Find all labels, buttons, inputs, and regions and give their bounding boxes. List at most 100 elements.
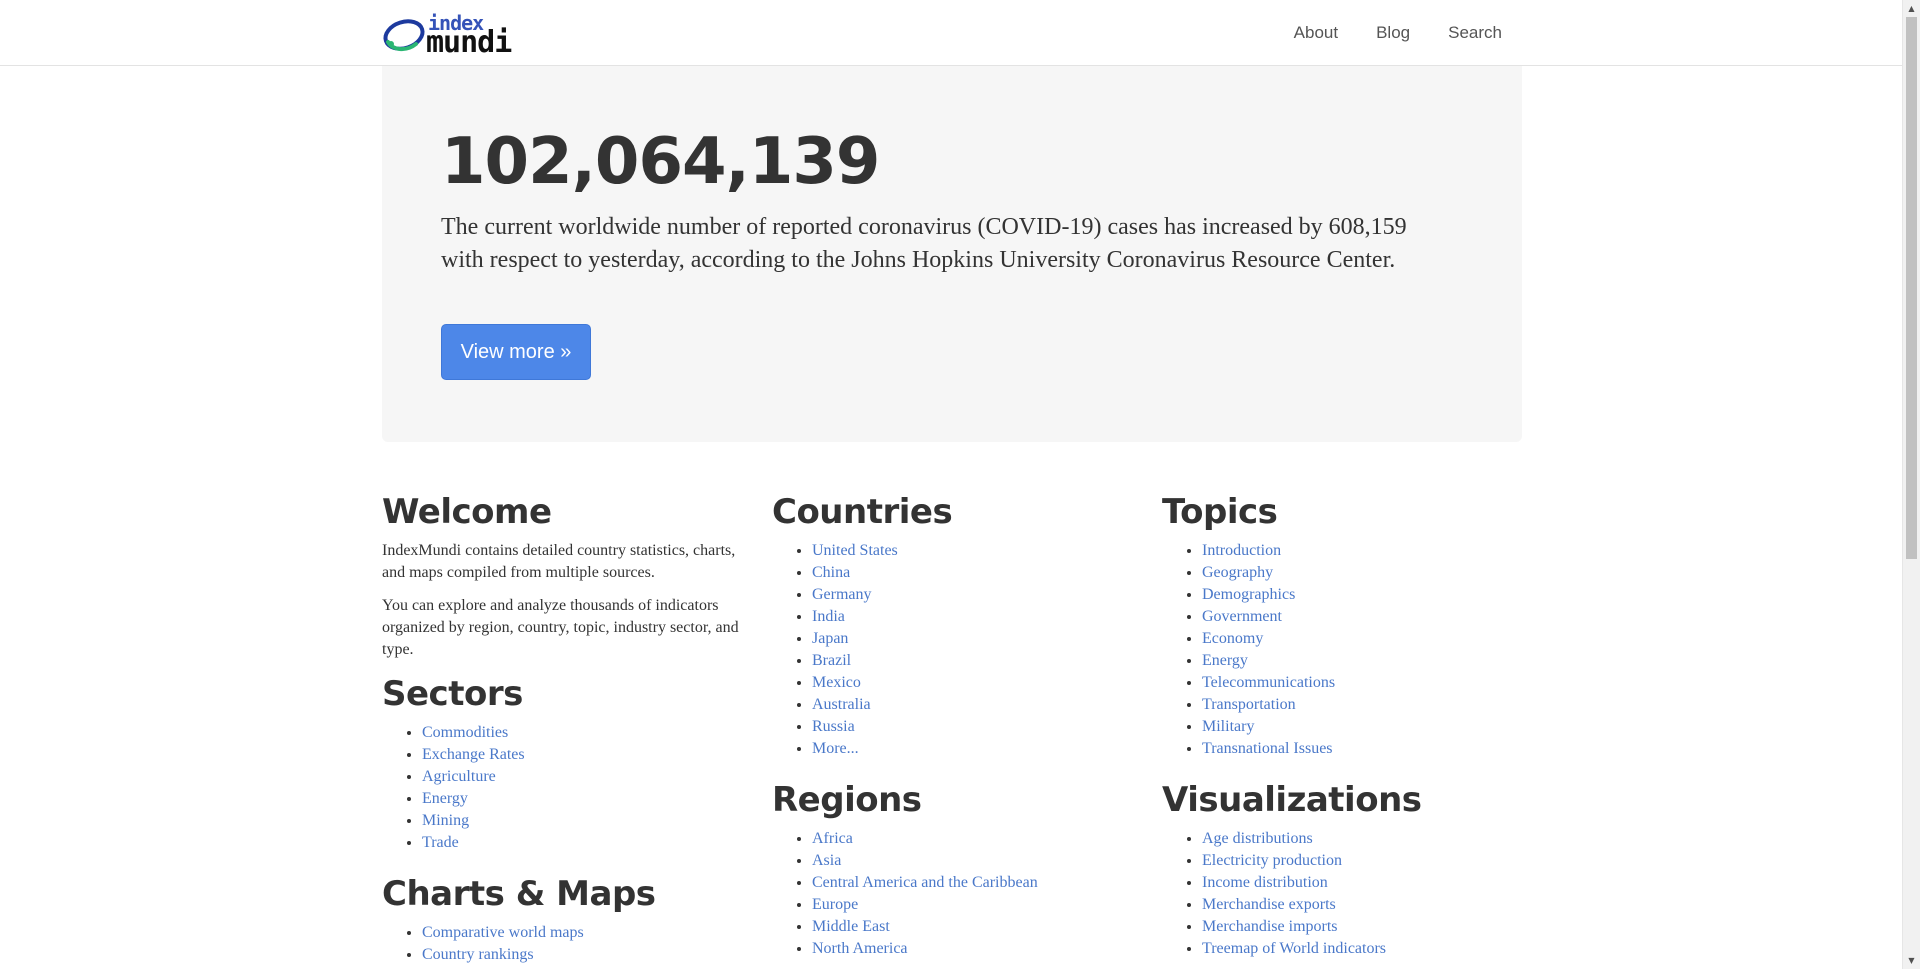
region-link-middle-east[interactable]: Middle East	[812, 918, 890, 935]
list-item: Central America and the Caribbean	[812, 872, 1142, 894]
sector-link-exchange-rates[interactable]: Exchange Rates	[422, 746, 525, 763]
list-item: Merchandise exports	[1202, 894, 1532, 916]
topic-link-economy[interactable]: Economy	[1202, 630, 1263, 647]
column-middle: Countries United States China Germany In…	[772, 490, 1142, 969]
list-item: Country rankings	[422, 944, 752, 966]
region-link-asia[interactable]: Asia	[812, 852, 841, 869]
country-link-brazil[interactable]: Brazil	[812, 652, 851, 669]
country-link-australia[interactable]: Australia	[812, 696, 871, 713]
scroll-up-arrow-icon[interactable]: ▲	[1903, 0, 1920, 17]
topic-link-demographics[interactable]: Demographics	[1202, 586, 1295, 603]
list-item: Trade	[422, 832, 752, 854]
charts-maps-section: Charts & Maps Comparative world maps Cou…	[382, 872, 752, 966]
visualizations-heading: Visualizations	[1162, 780, 1422, 820]
topics-list: Introduction Geography Demographics Gove…	[1162, 540, 1532, 760]
list-item: Asia	[812, 850, 1142, 872]
list-item: Military	[1202, 716, 1532, 738]
list-item: Transportation	[1202, 694, 1532, 716]
country-link-india[interactable]: India	[812, 608, 845, 625]
list-item: Middle East	[812, 916, 1142, 938]
charts-link-country-rankings[interactable]: Country rankings	[422, 946, 534, 963]
topic-link-energy[interactable]: Energy	[1202, 652, 1248, 669]
welcome-paragraph: IndexMundi contains detailed country sta…	[382, 542, 736, 581]
country-link-russia[interactable]: Russia	[812, 718, 855, 735]
topic-link-transnational-issues[interactable]: Transnational Issues	[1202, 740, 1333, 757]
region-link-north-america[interactable]: North America	[812, 940, 908, 957]
list-item: North America	[812, 938, 1142, 960]
regions-heading: Regions	[772, 780, 922, 820]
list-item: Income distribution	[1202, 872, 1532, 894]
globe-orbit-icon	[383, 19, 425, 51]
list-item: Europe	[812, 894, 1142, 916]
charts-maps-heading: Charts & Maps	[382, 874, 656, 914]
column-left: Welcome IndexMundi contains detailed cou…	[382, 490, 752, 969]
viz-link-electricity-production[interactable]: Electricity production	[1202, 852, 1342, 869]
list-item: Transnational Issues	[1202, 738, 1532, 760]
page-scrollbar[interactable]: ▲ ▼	[1902, 0, 1920, 969]
topic-link-military[interactable]: Military	[1202, 718, 1254, 735]
regions-section: Regions Africa Asia Central America and …	[772, 778, 1142, 960]
list-item: Mining	[422, 810, 752, 832]
covid-hero-panel: 102,064,139 The current worldwide number…	[382, 66, 1522, 442]
region-link-europe[interactable]: Europe	[812, 896, 858, 913]
list-item: Mexico	[812, 672, 1142, 694]
top-navbar: index mundi About Blog Search	[0, 0, 1902, 66]
list-item: Demographics	[1202, 584, 1532, 606]
scroll-down-arrow-icon[interactable]: ▼	[1903, 952, 1920, 969]
region-link-central-america[interactable]: Central America and the Caribbean	[812, 874, 1038, 891]
welcome-heading: Welcome	[382, 492, 552, 532]
country-link-more[interactable]: More...	[812, 740, 859, 757]
topics-section: Topics Introduction Geography Demographi…	[1162, 490, 1532, 760]
list-item: Japan	[812, 628, 1142, 650]
nav-search-link[interactable]: Search	[1448, 23, 1502, 43]
topic-link-geography[interactable]: Geography	[1202, 564, 1273, 581]
topic-link-transportation[interactable]: Transportation	[1202, 696, 1296, 713]
country-link-united-states[interactable]: United States	[812, 542, 898, 559]
view-more-button[interactable]: View more »	[441, 324, 591, 380]
welcome-paragraph: You can explore and analyze thousands of…	[382, 597, 739, 658]
list-item: United States	[812, 540, 1142, 562]
list-item: Government	[1202, 606, 1532, 628]
list-item: Russia	[812, 716, 1142, 738]
topic-link-telecommunications[interactable]: Telecommunications	[1202, 674, 1335, 691]
list-item: Australia	[812, 694, 1142, 716]
sectors-list: Commodities Exchange Rates Agriculture E…	[382, 722, 752, 854]
viz-link-age-distributions[interactable]: Age distributions	[1202, 830, 1313, 847]
scrollbar-thumb[interactable]	[1906, 17, 1917, 559]
list-item: China	[812, 562, 1142, 584]
viz-link-merchandise-imports[interactable]: Merchandise imports	[1202, 918, 1338, 935]
charts-maps-list: Comparative world maps Country rankings	[382, 922, 752, 966]
nav-blog-link[interactable]: Blog	[1376, 23, 1410, 43]
countries-heading: Countries	[772, 492, 953, 532]
sector-link-trade[interactable]: Trade	[422, 834, 459, 851]
viz-link-merchandise-exports[interactable]: Merchandise exports	[1202, 896, 1336, 913]
regions-list: Africa Asia Central America and the Cari…	[772, 828, 1142, 960]
column-right: Topics Introduction Geography Demographi…	[1162, 490, 1532, 969]
list-item: Africa	[812, 828, 1142, 850]
covid-case-count: 102,064,139	[441, 125, 880, 199]
charts-link-comparative-maps[interactable]: Comparative world maps	[422, 924, 584, 941]
sector-link-agriculture[interactable]: Agriculture	[422, 768, 496, 785]
list-item: Introduction	[1202, 540, 1532, 562]
covid-description: The current worldwide number of reported…	[441, 214, 1407, 273]
countries-section: Countries United States China Germany In…	[772, 490, 1142, 760]
viz-link-treemap[interactable]: Treemap of World indicators	[1202, 940, 1386, 957]
sector-link-mining[interactable]: Mining	[422, 812, 469, 829]
topics-heading: Topics	[1162, 492, 1278, 532]
country-link-germany[interactable]: Germany	[812, 586, 872, 603]
nav-about-link[interactable]: About	[1294, 23, 1338, 43]
sector-link-commodities[interactable]: Commodities	[422, 724, 508, 741]
countries-list: United States China Germany India Japan …	[772, 540, 1142, 760]
country-link-mexico[interactable]: Mexico	[812, 674, 861, 691]
visualizations-section: Visualizations Age distributions Electri…	[1162, 778, 1532, 960]
sector-link-energy[interactable]: Energy	[422, 790, 468, 807]
country-link-china[interactable]: China	[812, 564, 850, 581]
country-link-japan[interactable]: Japan	[812, 630, 848, 647]
site-logo[interactable]: index mundi	[382, 10, 542, 58]
topic-link-introduction[interactable]: Introduction	[1202, 542, 1281, 559]
topic-link-government[interactable]: Government	[1202, 608, 1282, 625]
nav-links: About Blog Search	[1294, 0, 1502, 66]
list-item: Agriculture	[422, 766, 752, 788]
region-link-africa[interactable]: Africa	[812, 830, 853, 847]
viz-link-income-distribution[interactable]: Income distribution	[1202, 874, 1328, 891]
